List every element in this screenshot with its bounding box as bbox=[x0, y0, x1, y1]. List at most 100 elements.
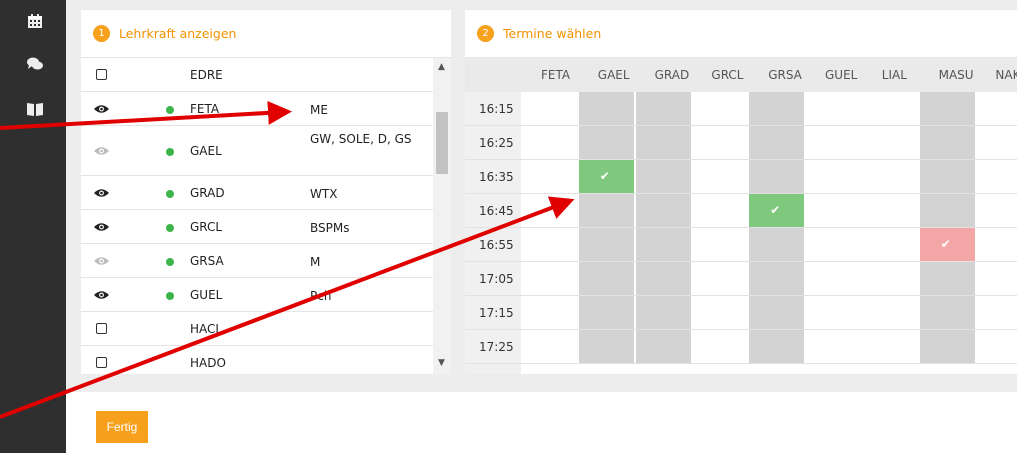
calendar-icon[interactable] bbox=[27, 14, 43, 28]
teacher-panel: 1 Lehrkraft anzeigen EDRE FETA ME GAEL GW, S… bbox=[81, 10, 451, 374]
teacher-code: EDRE bbox=[190, 68, 223, 82]
teacher-subjects: Pch bbox=[310, 289, 332, 303]
available-slot[interactable] bbox=[919, 126, 975, 159]
column-header: FETA bbox=[541, 68, 571, 82]
teacher-subjects: BSPMs bbox=[310, 221, 350, 235]
available-slot[interactable] bbox=[749, 228, 805, 261]
available-slot[interactable] bbox=[749, 126, 805, 159]
done-button[interactable]: Fertig bbox=[96, 411, 148, 443]
eye-icon[interactable] bbox=[94, 188, 109, 198]
teacher-panel-title: Lehrkraft anzeigen bbox=[119, 26, 237, 41]
booked-slot[interactable]: ✔ bbox=[749, 194, 805, 227]
list-item[interactable]: EDRE bbox=[81, 58, 433, 92]
time-label: 17:25 bbox=[479, 340, 514, 354]
column-header: GRCL bbox=[711, 68, 744, 82]
time-slot-row: 16:15 bbox=[465, 92, 521, 126]
eye-icon[interactable] bbox=[94, 104, 109, 114]
available-slot[interactable] bbox=[749, 160, 805, 193]
grid-line bbox=[521, 363, 1017, 364]
grid-line bbox=[521, 329, 1017, 330]
time-slot-row: 16:45 bbox=[465, 194, 521, 228]
grid-line bbox=[521, 159, 1017, 160]
available-slot[interactable] bbox=[578, 92, 634, 125]
time-slot-row: 16:55 bbox=[465, 228, 521, 262]
column-header: LIAL bbox=[881, 68, 907, 82]
available-slot[interactable] bbox=[635, 330, 691, 363]
teacher-panel-header: 1 Lehrkraft anzeigen bbox=[81, 10, 451, 58]
available-slot[interactable] bbox=[749, 330, 805, 363]
column-header: GAEL bbox=[597, 68, 630, 82]
book-icon[interactable] bbox=[27, 102, 43, 116]
teacher-code: GRAD bbox=[190, 186, 225, 200]
teacher-subjects: ME bbox=[310, 103, 328, 117]
grid-line bbox=[521, 227, 1017, 228]
chat-icon[interactable] bbox=[27, 57, 43, 71]
list-item[interactable]: GRSA M bbox=[81, 244, 433, 278]
list-item[interactable]: GUEL Pch bbox=[81, 278, 433, 312]
grid-line bbox=[521, 295, 1017, 296]
available-slot[interactable] bbox=[635, 92, 691, 125]
eye-icon[interactable] bbox=[94, 290, 109, 300]
available-slot[interactable] bbox=[635, 262, 691, 295]
teacher-code: HACL bbox=[190, 322, 223, 336]
available-slot[interactable] bbox=[749, 92, 805, 125]
scroll-up-icon[interactable]: ▲ bbox=[438, 62, 445, 72]
available-slot[interactable] bbox=[635, 194, 691, 227]
available-slot[interactable] bbox=[919, 92, 975, 125]
available-slot[interactable] bbox=[578, 126, 634, 159]
scroll-thumb[interactable] bbox=[436, 112, 448, 174]
online-status-dot bbox=[166, 190, 174, 198]
online-status-dot bbox=[166, 292, 174, 300]
time-slot-row: 17:05 bbox=[465, 262, 521, 296]
time-label: 17:15 bbox=[479, 306, 514, 320]
booked-slot[interactable]: ✔ bbox=[578, 160, 634, 193]
available-slot[interactable] bbox=[919, 296, 975, 329]
schedule-panel-header: 2 Termine wählen bbox=[465, 10, 1017, 58]
step-badge: 2 bbox=[477, 25, 494, 42]
available-slot[interactable] bbox=[578, 228, 634, 261]
time-label: 16:55 bbox=[479, 238, 514, 252]
eye-icon[interactable] bbox=[94, 146, 109, 156]
eye-icon[interactable] bbox=[94, 256, 109, 266]
list-item[interactable]: GRCL BSPMs bbox=[81, 210, 433, 244]
available-slot[interactable] bbox=[578, 262, 634, 295]
list-item[interactable]: GRAD WTX bbox=[81, 176, 433, 210]
available-slot[interactable] bbox=[919, 262, 975, 295]
time-label: 16:15 bbox=[479, 102, 514, 116]
checkbox[interactable] bbox=[96, 357, 107, 368]
online-status-dot bbox=[166, 148, 174, 156]
available-slot[interactable] bbox=[919, 160, 975, 193]
grid-line bbox=[521, 193, 1017, 194]
available-slot[interactable] bbox=[635, 160, 691, 193]
online-status-dot bbox=[166, 258, 174, 266]
available-slot[interactable] bbox=[919, 194, 975, 227]
available-slot[interactable] bbox=[578, 330, 634, 363]
available-slot[interactable] bbox=[919, 330, 975, 363]
available-slot[interactable] bbox=[635, 126, 691, 159]
available-slot[interactable] bbox=[749, 296, 805, 329]
available-slot[interactable] bbox=[635, 228, 691, 261]
teacher-list-scrollbar[interactable]: ▲ ▼ bbox=[433, 58, 451, 374]
teacher-code: HADO bbox=[190, 356, 226, 370]
online-status-dot bbox=[166, 224, 174, 232]
list-item[interactable]: HADO bbox=[81, 346, 433, 374]
teacher-code: GRSA bbox=[190, 254, 224, 268]
available-slot[interactable] bbox=[578, 296, 634, 329]
teacher-code: FETA bbox=[190, 102, 220, 116]
checkbox[interactable] bbox=[96, 323, 107, 334]
time-column: 16:15 16:25 16:35 16:45 16:55 17:05 17:15 17:25 bbox=[465, 92, 521, 374]
eye-icon[interactable] bbox=[94, 222, 109, 232]
available-slot[interactable] bbox=[578, 194, 634, 227]
column-header: MASU bbox=[938, 68, 974, 82]
list-item[interactable]: FETA ME bbox=[81, 92, 433, 126]
available-slot[interactable] bbox=[635, 296, 691, 329]
booked-slot[interactable]: ✔ bbox=[919, 228, 975, 261]
scroll-down-icon[interactable]: ▼ bbox=[438, 358, 445, 368]
list-item[interactable]: GAEL GW, SOLE, D, GS bbox=[81, 126, 433, 176]
online-status-dot bbox=[166, 106, 174, 114]
list-item[interactable]: HACL bbox=[81, 312, 433, 346]
teacher-code: GUEL bbox=[190, 288, 223, 302]
available-slot[interactable] bbox=[749, 262, 805, 295]
checkbox[interactable] bbox=[96, 69, 107, 80]
check-icon: ✔ bbox=[770, 203, 781, 217]
